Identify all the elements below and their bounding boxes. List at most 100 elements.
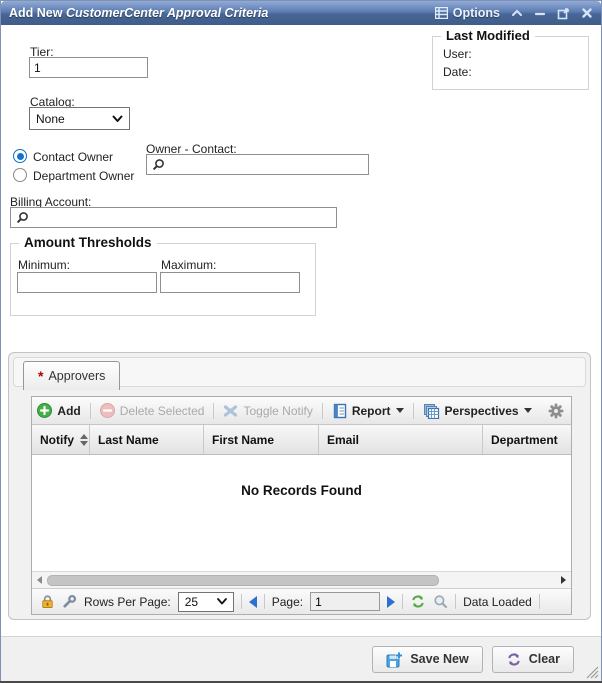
column-header-department[interactable]: Department — [483, 425, 571, 454]
sort-icon[interactable] — [80, 434, 88, 446]
divider — [90, 403, 91, 419]
grid-body: No Records Found — [32, 455, 571, 571]
column-header-last-name[interactable]: Last Name — [90, 425, 204, 454]
options-icon — [435, 7, 448, 19]
clear-icon — [506, 652, 522, 667]
catalog-selected-value: None — [36, 112, 65, 126]
contact-owner-radio[interactable] — [13, 149, 27, 163]
grid-header-row: Notify Last Name First Name Email Depart… — [32, 425, 571, 455]
tab-approvers-label: Approvers — [48, 369, 105, 383]
rows-per-page-value: 25 — [185, 595, 198, 609]
grid-toolbar: Add Delete Selected Toggle Notify — [32, 397, 571, 425]
options-label: Options — [453, 6, 500, 20]
clear-button[interactable]: Clear — [492, 646, 574, 673]
popout-icon[interactable] — [557, 7, 570, 20]
scroll-right-arrow-icon[interactable] — [561, 576, 566, 584]
save-new-label: Save New — [410, 652, 468, 666]
minimum-input[interactable] — [17, 272, 157, 293]
window-title-emphasis: CustomerCenter Approval Criteria — [66, 6, 268, 20]
save-new-button[interactable]: Save New — [372, 646, 482, 673]
rows-per-page-select[interactable]: 25 — [178, 592, 234, 612]
column-header-notify[interactable]: Notify — [32, 425, 90, 454]
collapse-icon[interactable] — [511, 7, 523, 19]
column-header-first-name[interactable]: First Name — [204, 425, 319, 454]
add-label: Add — [57, 404, 80, 418]
resize-grip[interactable] — [584, 665, 599, 679]
perspectives-icon — [423, 403, 440, 419]
dropdown-caret-icon — [524, 408, 532, 413]
toggle-notify-button[interactable]: Toggle Notify — [223, 404, 312, 418]
perspectives-button[interactable]: Perspectives — [423, 403, 532, 419]
wrench-icon[interactable] — [62, 594, 77, 609]
dropdown-caret-icon — [396, 408, 404, 413]
previous-page-icon[interactable] — [249, 596, 257, 608]
catalog-select[interactable]: None — [29, 107, 130, 130]
department-owner-radio[interactable] — [13, 168, 27, 182]
toggle-notify-icon — [223, 404, 238, 418]
tab-approvers[interactable]: * Approvers — [23, 361, 120, 390]
column-header-last-name-label: Last Name — [98, 433, 159, 447]
toggle-notify-label: Toggle Notify — [243, 404, 312, 418]
pager-status: Data Loaded — [463, 595, 532, 609]
last-modified-legend: Last Modified — [441, 28, 535, 43]
report-button[interactable]: Report — [332, 403, 404, 419]
required-asterisk-icon: * — [38, 369, 43, 383]
divider — [539, 594, 540, 609]
maximum-input[interactable] — [160, 272, 300, 293]
window-title: Add New CustomerCenter Approval Criteria — [9, 6, 435, 20]
gear-icon — [548, 403, 564, 419]
amount-thresholds-group: Amount Thresholds Minimum: Maximum: — [10, 243, 316, 316]
tier-input[interactable] — [29, 57, 148, 78]
page-input[interactable] — [310, 592, 380, 611]
window-title-prefix: Add New — [9, 6, 66, 20]
titlebar[interactable]: Add New CustomerCenter Approval Criteria… — [1, 1, 601, 25]
minimum-label: Minimum: — [18, 258, 70, 272]
report-icon — [332, 403, 347, 419]
scroll-left-arrow-icon[interactable] — [37, 576, 42, 584]
last-modified-group: Last Modified User: Date: — [432, 36, 589, 90]
add-button[interactable]: Add — [37, 403, 80, 418]
rows-per-page-label: Rows Per Page: — [84, 595, 171, 609]
scrollbar-thumb[interactable] — [47, 575, 439, 586]
options-button[interactable]: Options — [435, 6, 500, 20]
dialog-window: Add New CustomerCenter Approval Criteria… — [0, 0, 602, 683]
department-owner-label: Department Owner — [33, 169, 134, 183]
owner-contact-input[interactable] — [146, 154, 369, 175]
amount-thresholds-legend: Amount Thresholds — [19, 235, 157, 250]
perspectives-label: Perspectives — [445, 404, 519, 418]
search-icon[interactable] — [433, 594, 448, 609]
last-modified-date-label: Date: — [443, 65, 472, 79]
last-modified-user-label: User: — [443, 47, 472, 61]
titlebar-controls: Options — [435, 6, 593, 20]
divider — [455, 594, 456, 609]
save-new-icon — [386, 651, 403, 668]
close-icon[interactable] — [581, 7, 593, 19]
chevron-down-icon — [217, 598, 227, 605]
billing-account-input[interactable] — [10, 207, 337, 228]
delete-selected-label: Delete Selected — [120, 404, 205, 418]
tab-strip: * Approvers — [13, 357, 586, 387]
lock-icon[interactable] — [40, 594, 55, 609]
maximum-label: Maximum: — [161, 258, 216, 272]
chevron-down-icon — [112, 115, 123, 123]
divider — [322, 403, 323, 419]
divider — [402, 594, 403, 609]
column-header-email[interactable]: Email — [319, 425, 483, 454]
refresh-icon[interactable] — [410, 594, 426, 609]
approvers-panel: * Approvers Add — [8, 352, 591, 620]
delete-selected-button[interactable]: Delete Selected — [100, 403, 205, 418]
clear-label: Clear — [529, 652, 560, 666]
grid-settings-button[interactable] — [548, 403, 564, 424]
contact-owner-label: Contact Owner — [33, 150, 113, 164]
empty-message: No Records Found — [32, 483, 571, 498]
minimize-icon[interactable] — [534, 7, 546, 19]
column-header-notify-label: Notify — [40, 433, 74, 447]
divider — [413, 403, 414, 419]
report-label: Report — [352, 404, 391, 418]
divider — [264, 594, 265, 609]
column-header-email-label: Email — [327, 433, 359, 447]
delete-icon — [100, 403, 115, 418]
horizontal-scrollbar[interactable] — [32, 571, 571, 588]
next-page-icon[interactable] — [387, 596, 395, 608]
page-label: Page: — [272, 595, 303, 609]
